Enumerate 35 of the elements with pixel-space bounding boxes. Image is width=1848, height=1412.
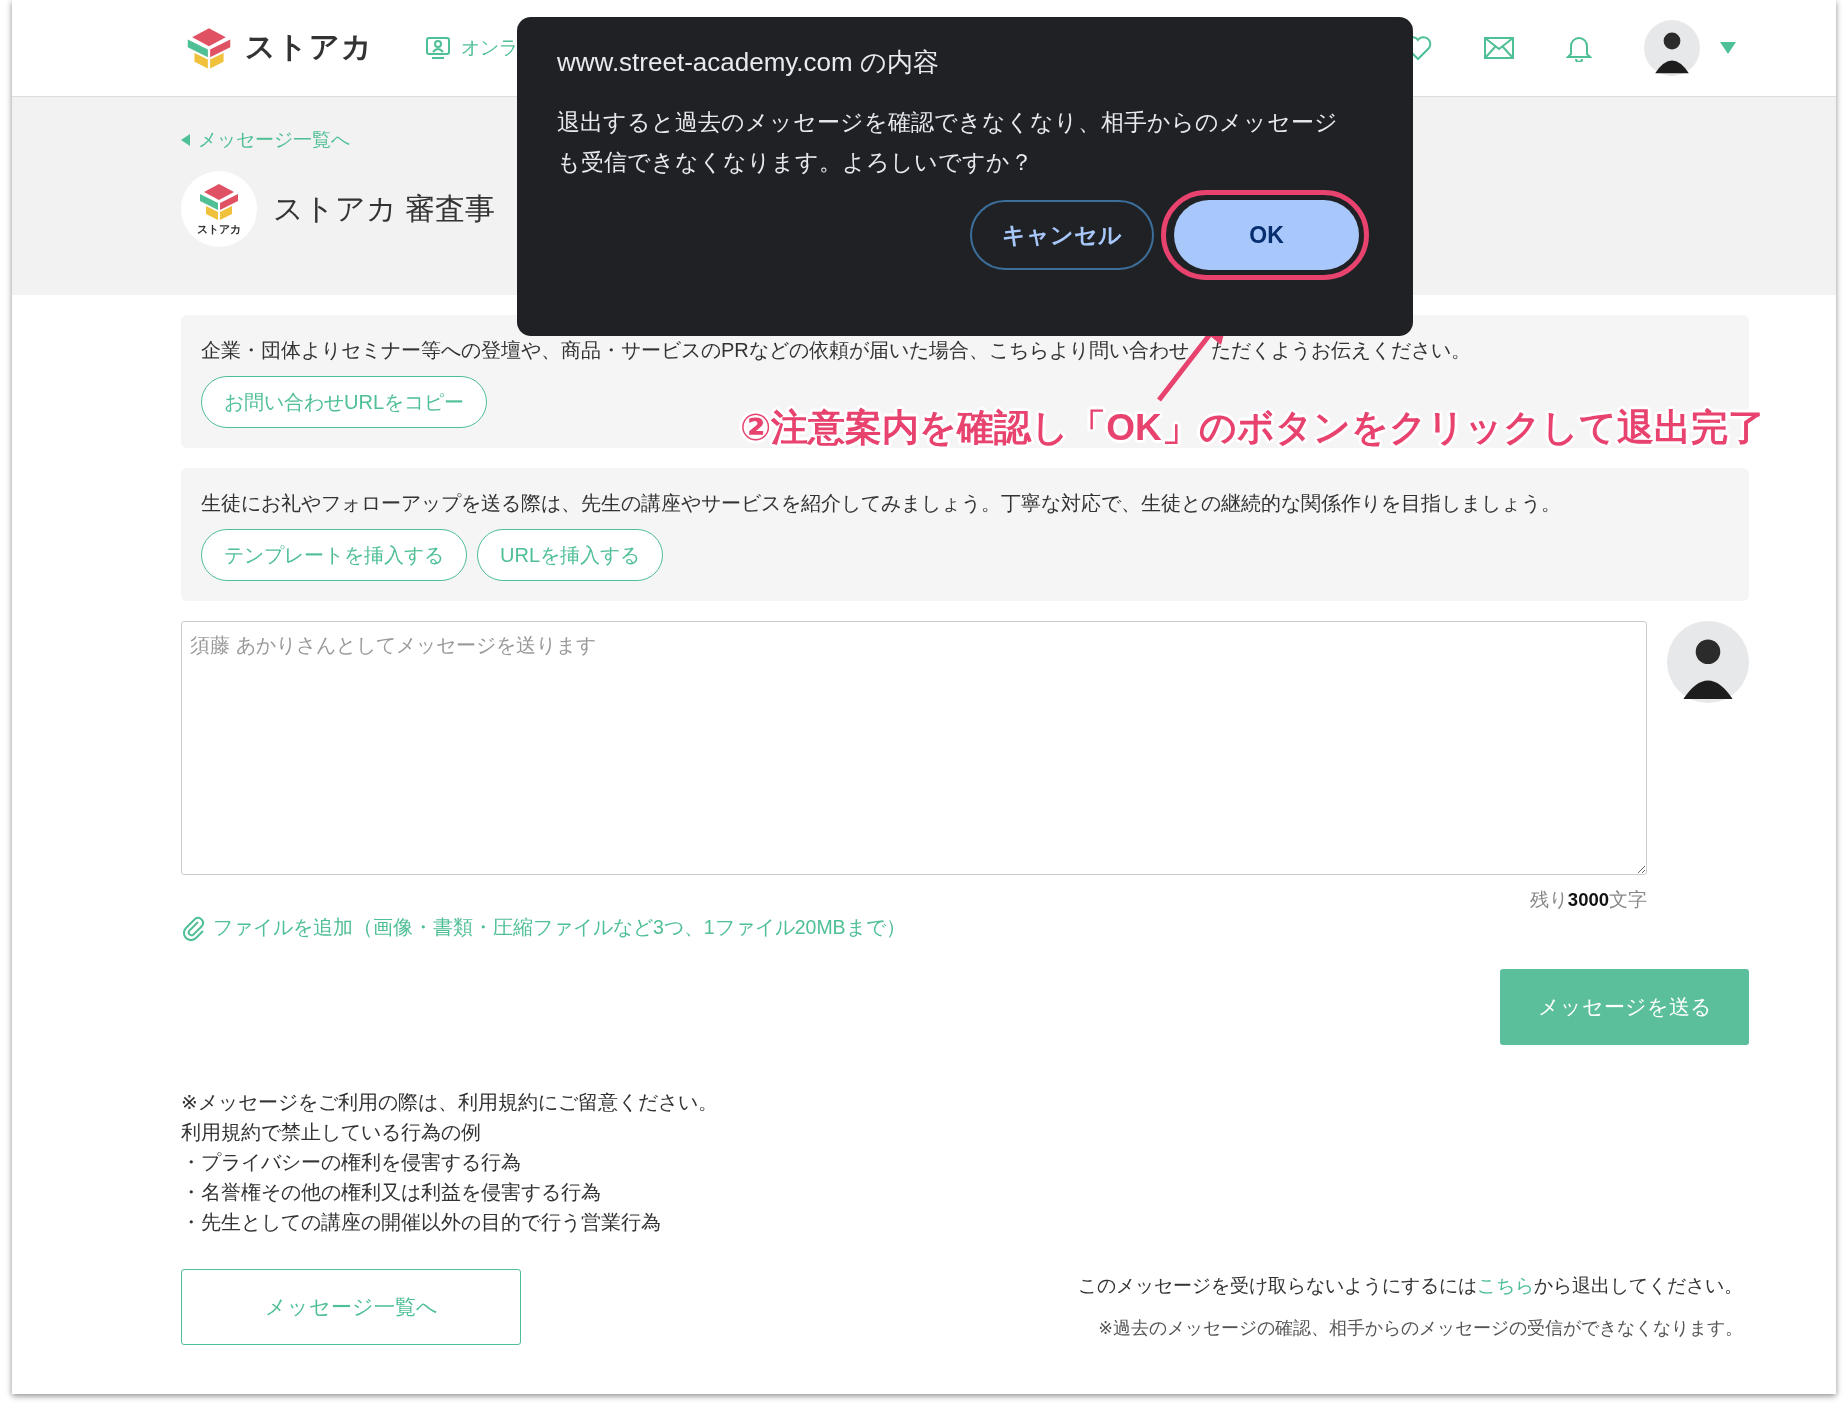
leave-link[interactable]: こちら	[1477, 1275, 1534, 1296]
leave-note: ※過去のメッセージの確認、相手からのメッセージの受信ができなくなります。	[1097, 1317, 1743, 1340]
attach-file-link[interactable]: ファイルを追加（画像・書類・圧縮ファイルなど3つ、1ファイル20MBまで）	[181, 914, 906, 941]
annotation-text: ②注意案内を確認し「OK」のボタンをクリックして退出完了	[740, 406, 1765, 450]
dialog-title: www.street-academy.com の内容	[557, 46, 940, 79]
note-line: 利用規約で禁止している行為の例	[181, 1120, 482, 1145]
info-text: ただくようお伝えください。	[1210, 338, 1471, 363]
info-text: 生徒にお礼やフォローアップを送る際は、先生の講座やサービスを紹介してみましょう。丁寧な対応で、生徒との継続的な関係作りを目指しましょう。	[201, 491, 1561, 516]
room-title: ストアカ 審査事	[273, 190, 496, 227]
back-link[interactable]: メッセージ一覧へ	[181, 127, 350, 153]
leave-text: このメッセージを受け取らないようにするにはこちらから退出してください。	[1078, 1274, 1743, 1298]
paperclip-icon	[181, 914, 207, 941]
note-line: ・プライバシーの権利を侵害する行為	[181, 1150, 522, 1175]
dialog-message: 退出すると過去のメッセージを確認できなくなり、相手からのメッセージも受信できなくなります。よろしいですか？	[557, 108, 1339, 177]
note-line: ※メッセージをご利用の際は、利用規約にご留意ください。	[181, 1090, 719, 1115]
caret-icon[interactable]	[1720, 42, 1736, 54]
bell-icon[interactable]	[1566, 34, 1592, 62]
monitor-person-icon	[425, 36, 451, 60]
outline-button[interactable]: テンプレートを挿入する	[201, 529, 467, 581]
mail-icon[interactable]	[1484, 37, 1514, 59]
user-avatar	[1644, 20, 1700, 76]
outline-button[interactable]: URLを挿入する	[477, 529, 663, 581]
caret-left-icon	[181, 134, 190, 146]
back-button[interactable]: メッセージ一覧へ	[181, 1269, 521, 1345]
outline-button[interactable]: お問い合わせURLをコピー	[201, 376, 487, 428]
send-button[interactable]: メッセージを送る	[1500, 969, 1749, 1045]
nav-link[interactable]: オンラ	[425, 35, 518, 61]
cancel-button[interactable]: キャンセル	[970, 200, 1154, 270]
ok-button[interactable]: OK	[1174, 200, 1359, 270]
logo-text: ストアカ	[245, 29, 373, 66]
note-line: ・先生としての講座の開催以外の目的で行う営業行為	[181, 1210, 662, 1235]
note-line: ・名誉権その他の権利又は利益を侵害する行為	[181, 1180, 602, 1205]
message-field[interactable]: 須藤 あかりさんとしてメッセージを送ります	[181, 621, 1647, 875]
avatar-label: ストアカ	[197, 221, 241, 237]
info-text: 企業・団体よりセミナー等への登壇や、商品・サービスのPRなどの依頼が届いた場合、こちらより問い合わせ	[201, 338, 1189, 363]
